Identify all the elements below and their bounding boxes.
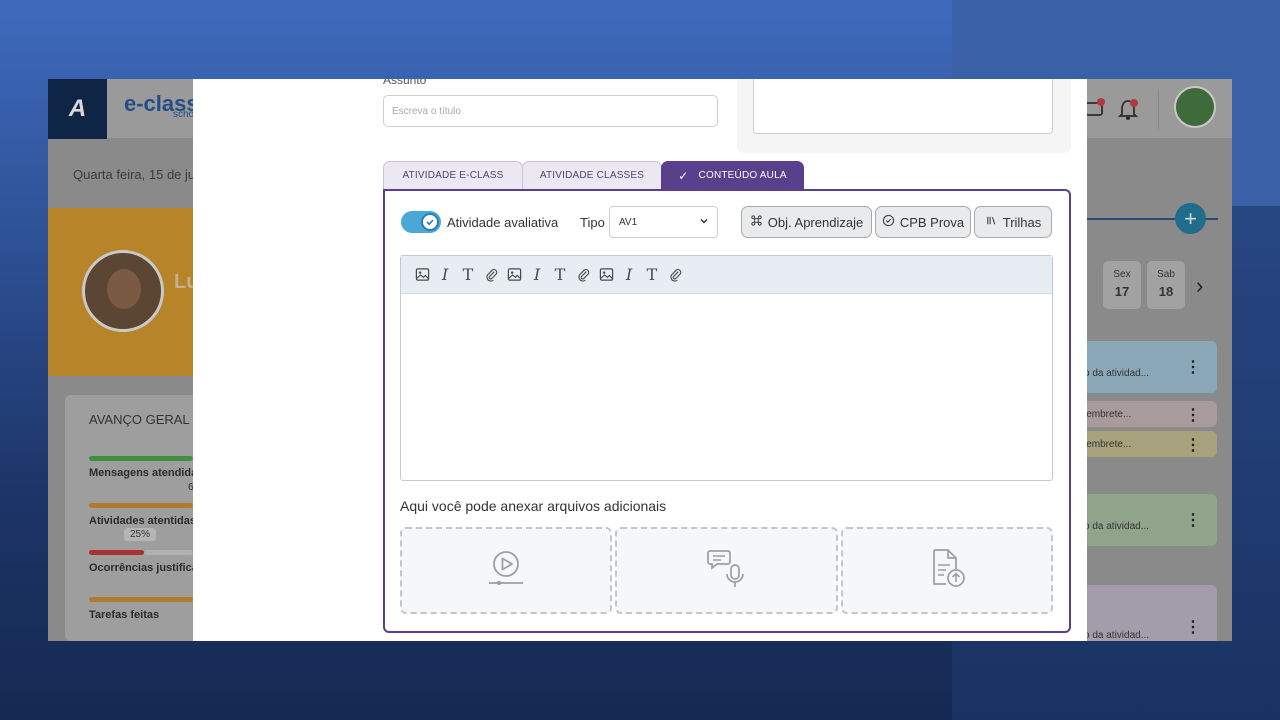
avaliativa-label: Atividade avaliativa	[447, 215, 559, 230]
progress-label: Atividades atentidas	[89, 515, 196, 527]
tab-atividade-eclass[interactable]: ATIVIDADE E-CLASS	[383, 161, 523, 189]
tab-atividade-classes[interactable]: ATIVIDADE CLASSES	[522, 161, 662, 189]
progress-bar-tarefas	[89, 597, 193, 602]
day-friday[interactable]: Sex 17	[1103, 261, 1141, 309]
reminder-card-text: lembrete...	[1084, 439, 1132, 450]
day-name: Sex	[1113, 269, 1131, 280]
tab-conteudo-aula[interactable]: ✓ CONTEÚDO AULA	[661, 161, 804, 189]
progress-bar-mensagens	[89, 456, 193, 461]
file-upload-zone[interactable]	[841, 527, 1053, 614]
app-logo[interactable]: A	[48, 79, 107, 139]
video-upload-icon	[485, 547, 527, 594]
student-avatar	[82, 250, 164, 332]
kebab-menu-icon[interactable]: ⋮	[1185, 357, 1201, 377]
audio-upload-icon	[706, 547, 748, 594]
progress-title: AVANÇO GERAL	[89, 412, 190, 427]
image-icon[interactable]	[505, 266, 523, 284]
kebab-menu-icon[interactable]: ⋮	[1185, 617, 1201, 637]
tipo-label: Tipo	[580, 215, 605, 230]
tipo-select[interactable]: AV1	[609, 206, 718, 238]
kebab-menu-icon[interactable]: ⋮	[1185, 510, 1201, 530]
toggle-check-icon	[421, 213, 439, 231]
attachments-label: Aqui você pode anexar arquivos adicionai…	[400, 498, 667, 514]
progress-pct-pill: 25%	[124, 528, 157, 541]
chevron-down-icon	[699, 216, 709, 229]
day-name: Sab	[1157, 269, 1175, 280]
command-icon	[750, 214, 763, 230]
reminder-card-text: lembrete...	[1084, 409, 1132, 420]
italic-icon[interactable]: I	[528, 265, 546, 284]
button-label: CPB Prova	[899, 214, 965, 230]
activity-card-text: o da atividad...	[1084, 630, 1150, 641]
activity-card[interactable]: o da atividad... ⋮	[1078, 341, 1217, 393]
description-wrapper	[737, 79, 1071, 153]
text-icon[interactable]: T	[459, 265, 477, 284]
activity-card[interactable]: o da atividad... ⋮	[1078, 585, 1217, 641]
activity-card-text: o da atividad...	[1084, 368, 1150, 379]
progress-bar-track	[144, 550, 193, 555]
reminder-card[interactable]: lembrete... ⋮	[1078, 431, 1217, 457]
file-upload-icon	[926, 547, 968, 594]
app-window: A e-class scho Quarta feira, 15 de juni …	[48, 79, 1232, 641]
kebab-menu-icon[interactable]: ⋮	[1185, 435, 1201, 455]
day-number: 18	[1158, 284, 1174, 299]
progress-label: Ocorrências justificad	[89, 562, 205, 574]
tab-label: ATIVIDADE CLASSES	[539, 170, 645, 181]
reminder-card[interactable]: lembrete... ⋮	[1078, 401, 1217, 427]
tab-label: CONTEÚDO AULA	[698, 170, 787, 181]
kebab-menu-icon[interactable]: ⋮	[1185, 405, 1201, 425]
assunto-label: Assunto	[383, 79, 427, 87]
button-label: Trilhas	[1002, 214, 1042, 230]
italic-icon[interactable]: I	[620, 265, 638, 284]
editor-toolbar: I T I T I T	[401, 256, 1052, 294]
video-upload-zone[interactable]	[400, 527, 612, 614]
trilhas-button[interactable]: Trilhas	[974, 206, 1052, 238]
progress-bar-atividades	[89, 503, 193, 508]
user-avatar[interactable]	[1174, 86, 1216, 128]
button-label: Obj. Aprendizaje	[767, 214, 864, 230]
check-icon: ✓	[678, 168, 689, 183]
image-icon[interactable]	[597, 266, 615, 284]
chevron-right-icon[interactable]: ›	[1196, 273, 1203, 299]
tab-label: ATIVIDADE E-CLASS	[402, 170, 504, 181]
text-icon[interactable]: T	[551, 265, 569, 284]
obj-aprendizaje-button[interactable]: Obj. Aprendizaje	[741, 206, 872, 238]
progress-bar-ocorrencias	[89, 550, 144, 555]
current-date: Quarta feira, 15 de juni	[73, 167, 206, 182]
editor-content-area[interactable]	[401, 294, 1052, 480]
attach-icon[interactable]	[666, 266, 684, 284]
add-button[interactable]: +	[1175, 203, 1206, 234]
progress-label: Mensagens atendidas	[89, 467, 204, 479]
audio-upload-zone[interactable]	[615, 527, 838, 614]
tipo-value: AV1	[619, 216, 638, 228]
modal-left-margin	[193, 79, 365, 641]
activity-modal: Assunto ATIVIDADE E-CLASS ATIVIDADE CLAS…	[365, 79, 1087, 641]
image-icon[interactable]	[413, 266, 431, 284]
day-saturday[interactable]: Sab 18	[1147, 261, 1185, 309]
check-circle-icon	[882, 214, 895, 230]
description-input[interactable]	[753, 79, 1053, 134]
rich-text-editor: I T I T I T	[400, 255, 1053, 481]
italic-icon[interactable]: I	[436, 265, 454, 284]
tab-panel: Atividade avaliativa Tipo AV1 Obj. Apren…	[383, 189, 1071, 633]
title-input[interactable]	[383, 95, 718, 127]
attach-icon[interactable]	[482, 266, 500, 284]
attach-icon[interactable]	[574, 266, 592, 284]
progress-label: Tarefas feitas	[89, 609, 160, 621]
cpb-prova-button[interactable]: CPB Prova	[875, 206, 971, 238]
messages-icon[interactable]	[1083, 97, 1123, 121]
day-number: 17	[1114, 284, 1130, 299]
activity-card-text: o da atividad...	[1084, 521, 1150, 532]
divider	[1158, 89, 1159, 129]
text-icon[interactable]: T	[643, 265, 661, 284]
avaliativa-toggle[interactable]	[401, 211, 441, 233]
library-icon	[985, 214, 998, 230]
bell-icon[interactable]	[1117, 99, 1139, 126]
activity-card[interactable]: o da atividad... ⋮	[1078, 494, 1217, 546]
brand-sub: scho	[173, 109, 195, 120]
